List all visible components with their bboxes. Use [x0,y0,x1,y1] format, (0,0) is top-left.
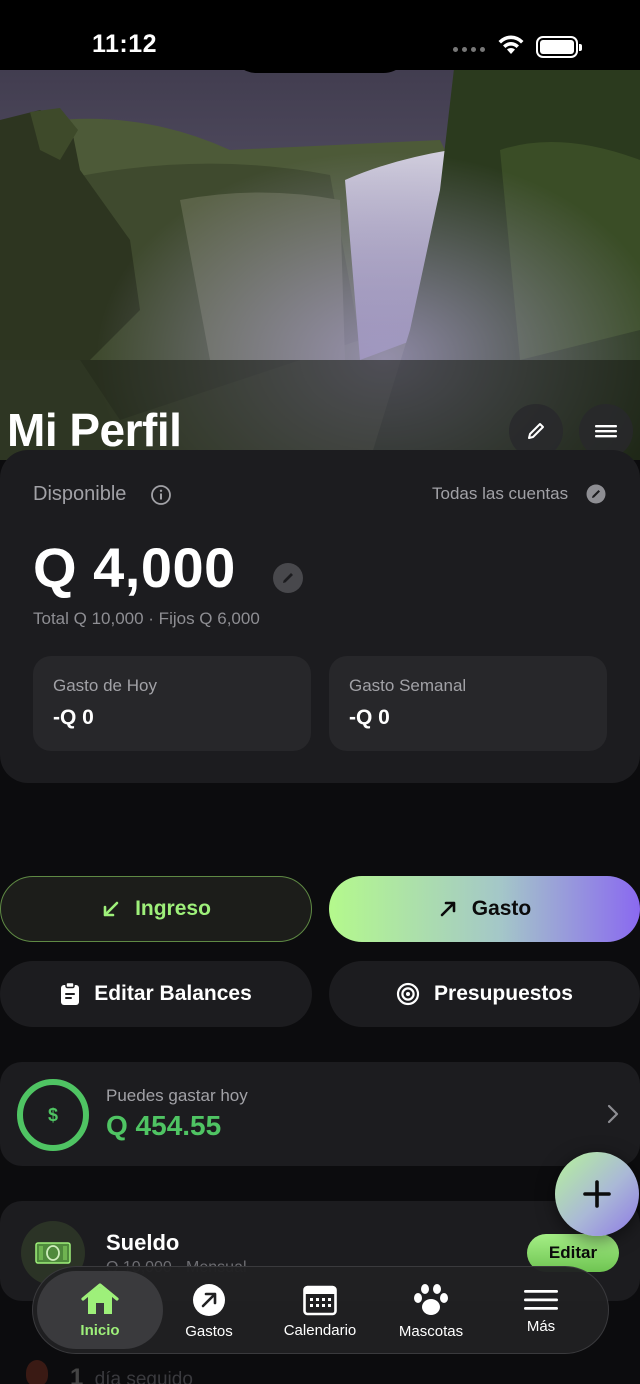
arrow-up-right-icon [440,901,456,917]
spend-today-card[interactable]: Puedes gastar hoy Q 454.55 [0,1062,640,1166]
expense-button-label: Gasto [471,897,532,920]
tab-mascotas[interactable]: Mascotas [377,1267,485,1355]
cellular-signal-icon [453,47,485,52]
expense-button[interactable]: Gasto [329,876,640,942]
today-spend-label: Gasto de Hoy [53,676,157,695]
edit-amount-button[interactable] [273,563,303,593]
tab-bar: Inicio Gastos Calendario Mascotas Más [32,1266,609,1354]
home-icon [81,1282,119,1314]
arrow-up-right-icon [193,1283,225,1316]
edit-balances-label: Editar Balances [94,982,252,1005]
today-spend-card[interactable]: Gasto de Hoy -Q 0 [33,656,311,751]
weekly-spend-card[interactable]: Gasto Semanal -Q 0 [329,656,607,751]
info-icon[interactable] [150,484,172,506]
spend-today-label: Puedes gastar hoy [106,1086,248,1105]
weekly-spend-value: -Q 0 [349,706,390,729]
accounts-filter[interactable]: Todas las cuentas [432,484,568,504]
today-spend-value: -Q 0 [53,706,94,729]
menu-icon [524,1289,558,1310]
budgets-button[interactable]: Presupuestos [329,961,640,1027]
available-label: Disponible [33,483,127,505]
tab-mas-label: Más [526,1317,556,1335]
hamburger-icon [595,425,617,438]
streak-count: 1 [70,1364,84,1384]
battery-icon [536,36,582,58]
page-title: Mi Perfil [7,404,182,456]
add-fab-button[interactable] [555,1152,639,1236]
tab-inicio[interactable]: Inicio [37,1271,163,1349]
tab-gastos-label: Gastos [185,1322,233,1340]
tab-mas[interactable]: Más [487,1267,595,1355]
paw-icon [414,1283,448,1315]
banknote-icon [35,1242,71,1264]
budgets-label: Presupuestos [434,982,573,1005]
progress-ring: $ [17,1079,89,1151]
income-button-label: Ingreso [135,897,211,920]
tab-mascotas-label: Mascotas [398,1322,464,1340]
target-icon [396,982,420,1006]
streak-text: 1 día seguido [70,1364,193,1384]
clipboard-icon [61,982,80,1005]
income-button[interactable]: Ingreso [0,876,312,942]
tab-inicio-label: Inicio [80,1321,120,1339]
edit-balances-button[interactable]: Editar Balances [0,961,312,1027]
calendar-icon [303,1285,337,1315]
edit-accounts-icon[interactable] [586,484,606,504]
tab-calendario[interactable]: Calendario [266,1267,374,1355]
weekly-spend-label: Gasto Semanal [349,676,467,695]
spend-today-value: Q 454.55 [106,1110,222,1141]
salary-name: Sueldo [106,1230,180,1255]
wifi-icon [498,35,524,54]
pencil-icon [528,423,544,439]
available-amount: Q 4,000 [33,536,236,599]
pencil-icon [283,573,293,583]
plus-icon [583,1180,611,1208]
chevron-right-icon[interactable] [607,1104,619,1124]
streak-label: día seguido [94,1369,193,1384]
dollar-icon: $ [47,1104,58,1125]
tab-gastos[interactable]: Gastos [155,1267,263,1355]
arrow-down-left-icon [103,901,119,917]
balance-breakdown: Total Q 10,000 · Fijos Q 6,000 [33,609,260,628]
tab-calendario-label: Calendario [283,1321,357,1339]
flame-icon [26,1360,48,1384]
status-bar: 11:12 [0,0,640,73]
status-time: 11:12 [92,30,158,58]
dynamic-island [230,20,410,73]
